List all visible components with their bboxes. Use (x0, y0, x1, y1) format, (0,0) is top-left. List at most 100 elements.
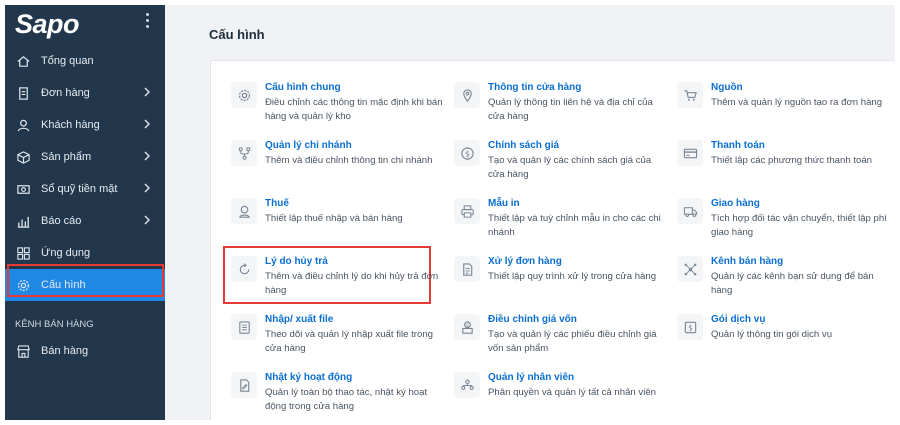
sapo-logo[interactable]: Sapo (15, 9, 80, 40)
settings-item-title[interactable]: Nhập/ xuất file (265, 314, 333, 325)
sidebar-item-label: Tổng quan (41, 55, 94, 67)
apps-icon (16, 246, 30, 260)
sidebar: Sapo Tổng quan Đơn hàng Khách hàng Sản phẩm… (5, 5, 165, 420)
network-icon (684, 263, 696, 275)
settings-item-credit-card[interactable]: Thanh toán Thiết lập các phương thức than… (677, 140, 892, 190)
main-content: Cấu hình Cấu hình chung Điều chỉnh các th… (165, 5, 895, 420)
user-icon (17, 119, 29, 131)
settings-item-description: Quản lý thông tin liên hệ và địa chỉ của… (488, 97, 653, 122)
settings-item-description: Thiết lập và tuỳ chỉnh mẫu in cho các ch… (488, 213, 661, 238)
chevron-right-icon (144, 215, 150, 225)
box-icon (15, 149, 31, 165)
location-pin-icon (462, 88, 472, 102)
settings-item-title[interactable]: Thuế (265, 198, 289, 209)
truck-icon (683, 206, 697, 217)
home-icon (15, 53, 31, 69)
cart-icon (677, 82, 703, 108)
settings-item-title[interactable]: Nhật ký hoạt động (265, 372, 352, 383)
settings-item-cost-adjust[interactable]: $ Điều chỉnh giá vốn Tạo và quản lý các ph… (454, 314, 669, 364)
sidebar-channel-list: Bán hàng (5, 335, 165, 367)
settings-item-title[interactable]: Chính sách giá (488, 140, 559, 151)
settings-item-description: Quản lý toàn bộ thao tác, nhật ký hoạt đ… (265, 387, 428, 412)
sidebar-item-kh-ch-h-ng[interactable]: Khách hàng (5, 109, 165, 141)
settings-item-title[interactable]: Nguồn (711, 82, 743, 93)
sidebar-item-n-h-ng[interactable]: Đơn hàng (5, 77, 165, 109)
sidebar-nav: Tổng quan Đơn hàng Khách hàng Sản phẩm Sổ qu… (5, 45, 165, 301)
settings-item-network[interactable]: Kênh bán hàng Quản lý các kênh bạn sử dụn… (677, 256, 892, 306)
cash-icon (16, 184, 30, 194)
settings-item-activity-log[interactable]: Nhật ký hoạt động Quản lý toàn bộ thao tá… (231, 372, 446, 420)
settings-item-description: Phân quyền và quản lý tất cả nhân viên (488, 387, 657, 398)
sidebar-item-b-o-c-o[interactable]: Báo cáo (5, 205, 165, 237)
settings-item-title[interactable]: Xử lý đơn hàng (488, 256, 562, 267)
document-icon (454, 256, 480, 282)
staff-icon (460, 379, 474, 390)
settings-item-description: Tạo và quản lý các phiếu điều chỉnh giá … (488, 329, 657, 354)
sidebar-item-label: Báo cáo (41, 215, 82, 227)
settings-item-tax[interactable]: Thuế Thiết lập thuế nhập và bán hàng (231, 198, 446, 248)
sidebar-item-label: Bán hàng (41, 345, 89, 357)
chevron-right-icon (143, 151, 151, 164)
settings-item-title[interactable]: Giao hàng (711, 198, 760, 209)
store-icon (16, 344, 30, 358)
settings-item-document[interactable]: Xử lý đơn hàng Thiết lập quy trình xử lý … (454, 256, 669, 306)
settings-item-description: Thiết lập các phương thức thanh toán (711, 155, 873, 166)
printer-icon (454, 198, 480, 224)
sidebar-item-s-qu-ti-n-m-t[interactable]: Sổ quỹ tiền mặt (5, 173, 165, 205)
invoice-icon (15, 85, 31, 101)
settings-item-title[interactable]: Quản lý chi nhánh (265, 140, 352, 151)
active-item-highlight (7, 264, 164, 297)
settings-item-title[interactable]: Điều chỉnh giá vốn (488, 314, 577, 325)
settings-item-description: Quản lý các kênh bạn sử dụng để bán hàng (711, 271, 874, 296)
settings-item-description: Thiết lập quy trình xử lý trong cửa hàng (488, 271, 657, 282)
refresh-icon (231, 256, 257, 282)
network-icon (677, 256, 703, 282)
printer-icon (460, 204, 474, 218)
more-options-icon[interactable] (145, 13, 151, 31)
chevron-right-icon (143, 119, 151, 132)
settings-item-description: Tạo và quản lý các chính sách giá của cử… (488, 155, 652, 180)
settings-item-title[interactable]: Quản lý nhân viên (488, 372, 574, 383)
settings-item-gear[interactable]: Cấu hình chung Điều chỉnh các thông tin m… (231, 82, 446, 132)
apps-icon (15, 245, 31, 261)
settings-card: Cấu hình chung Điều chỉnh các thông tin m… (210, 60, 895, 420)
settings-item-dollar[interactable]: $ Chính sách giá Tạo và quản lý các chính … (454, 140, 669, 190)
settings-item-title[interactable]: Gói dịch vụ (711, 314, 765, 325)
settings-item-printer[interactable]: Mẫu in Thiết lập và tuỳ chỉnh mẫu in cho … (454, 198, 669, 248)
settings-item-cart[interactable]: Nguồn Thêm và quản lý nguồn tạo ra đơn hà… (677, 82, 892, 132)
settings-item-title[interactable]: Mẫu in (488, 198, 520, 209)
credit-card-icon (677, 140, 703, 166)
settings-item-title[interactable]: Kênh bán hàng (711, 256, 783, 267)
app-window: Sapo Tổng quan Đơn hàng Khách hàng Sản phẩm… (5, 5, 895, 420)
service-package-icon: $ (684, 321, 696, 333)
settings-item-title[interactable]: Thanh toán (711, 140, 765, 151)
sidebar-item-s-n-ph-m[interactable]: Sản phẩm (5, 141, 165, 173)
sales-channel-section-label: KÊNH BÁN HÀNG (15, 319, 94, 330)
settings-item-branch[interactable]: Quản lý chi nhánh Thêm và điều chỉnh thôn… (231, 140, 446, 190)
settings-item-staff[interactable]: Quản lý nhân viên Phân quyền và quản lý t… (454, 372, 669, 420)
document-icon (462, 262, 472, 276)
settings-item-title[interactable]: Lý do hủy trả (265, 256, 328, 267)
file-icon (238, 320, 250, 334)
settings-item-title[interactable]: Cấu hình chung (265, 82, 341, 93)
settings-item-file[interactable]: Nhập/ xuất file Theo dõi và quản lý nhập … (231, 314, 446, 364)
chevron-right-icon (144, 119, 150, 129)
home-icon (16, 55, 30, 67)
sidebar-item-b-n-h-ng[interactable]: Bán hàng (5, 335, 165, 367)
cost-adjust-icon: $ (454, 314, 480, 340)
settings-item-title[interactable]: Thông tin cửa hàng (488, 82, 581, 93)
settings-item-location-pin[interactable]: Thông tin cửa hàng Quản lý thông tin liên… (454, 82, 669, 132)
settings-item-refresh[interactable]: Lý do hủy trả Thêm và điều chỉnh lý do kh… (231, 256, 446, 306)
tax-icon (231, 198, 257, 224)
refresh-icon (239, 262, 249, 274)
sidebar-item-t-ng-quan[interactable]: Tổng quan (5, 45, 165, 77)
branch-icon (238, 146, 250, 160)
settings-item-truck[interactable]: Giao hàng Tích hợp đối tác vận chuyển, th… (677, 198, 892, 248)
svg-text:$: $ (466, 322, 469, 328)
credit-card-icon (683, 148, 697, 158)
settings-item-service-package[interactable]: $ Gói dịch vụ Quản lý thông tin gói dịch v… (677, 314, 892, 364)
sidebar-item-label: Ứng dụng (41, 247, 91, 259)
svg-text:$: $ (464, 149, 469, 158)
gear-icon (231, 82, 257, 108)
settings-item-description: Thêm và quản lý nguồn tạo ra đơn hàng (711, 97, 883, 108)
